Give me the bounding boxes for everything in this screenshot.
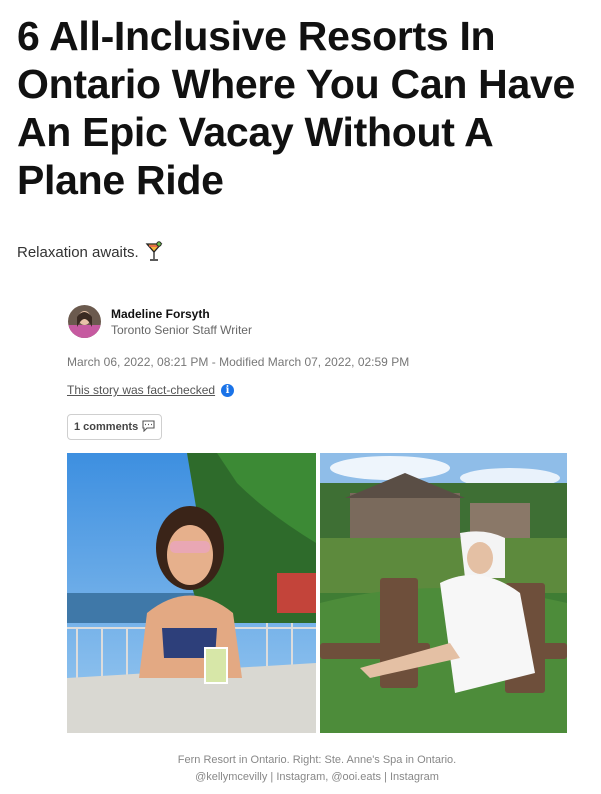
- modified-date: - Modified March 07, 2022, 02:59 PM: [208, 355, 410, 369]
- comments-label: 1 comments: [74, 421, 139, 433]
- author-role: Toronto Senior Staff Writer: [111, 322, 252, 337]
- comments-button[interactable]: 1 comments: [67, 414, 163, 440]
- resort-photo-left[interactable]: [67, 453, 316, 733]
- subtitle-text: Relaxation awaits.: [17, 243, 139, 261]
- info-icon[interactable]: i: [221, 383, 235, 397]
- publish-dates: March 06, 2022, 08:21 PM - Modified Marc…: [67, 355, 409, 369]
- article-title: 6 All-Inclusive Resorts In Ontario Where…: [17, 13, 575, 203]
- author-byline: Madeline Forsyth Toronto Senior Staff Wr…: [68, 305, 252, 338]
- photo-caption: Fern Resort in Ontario. Right: Ste. Anne…: [67, 752, 567, 786]
- fact-check-row: This story was fact-checked i: [67, 383, 235, 397]
- article-subtitle: Relaxation awaits.: [17, 241, 163, 263]
- published-date: March 06, 2022, 08:21 PM: [67, 355, 209, 369]
- fact-check-link[interactable]: This story was fact-checked: [67, 383, 215, 397]
- author-name[interactable]: Madeline Forsyth: [111, 307, 252, 321]
- avatar[interactable]: [68, 305, 101, 338]
- comment-icon: [142, 419, 155, 435]
- caption-line-1: Fern Resort in Ontario. Right: Ste. Anne…: [177, 754, 457, 766]
- resort-photo-right[interactable]: [320, 453, 567, 733]
- cocktail-icon: [145, 241, 163, 263]
- caption-line-2: @kellymcevilly | Instagram, @ooi.eats | …: [195, 771, 439, 783]
